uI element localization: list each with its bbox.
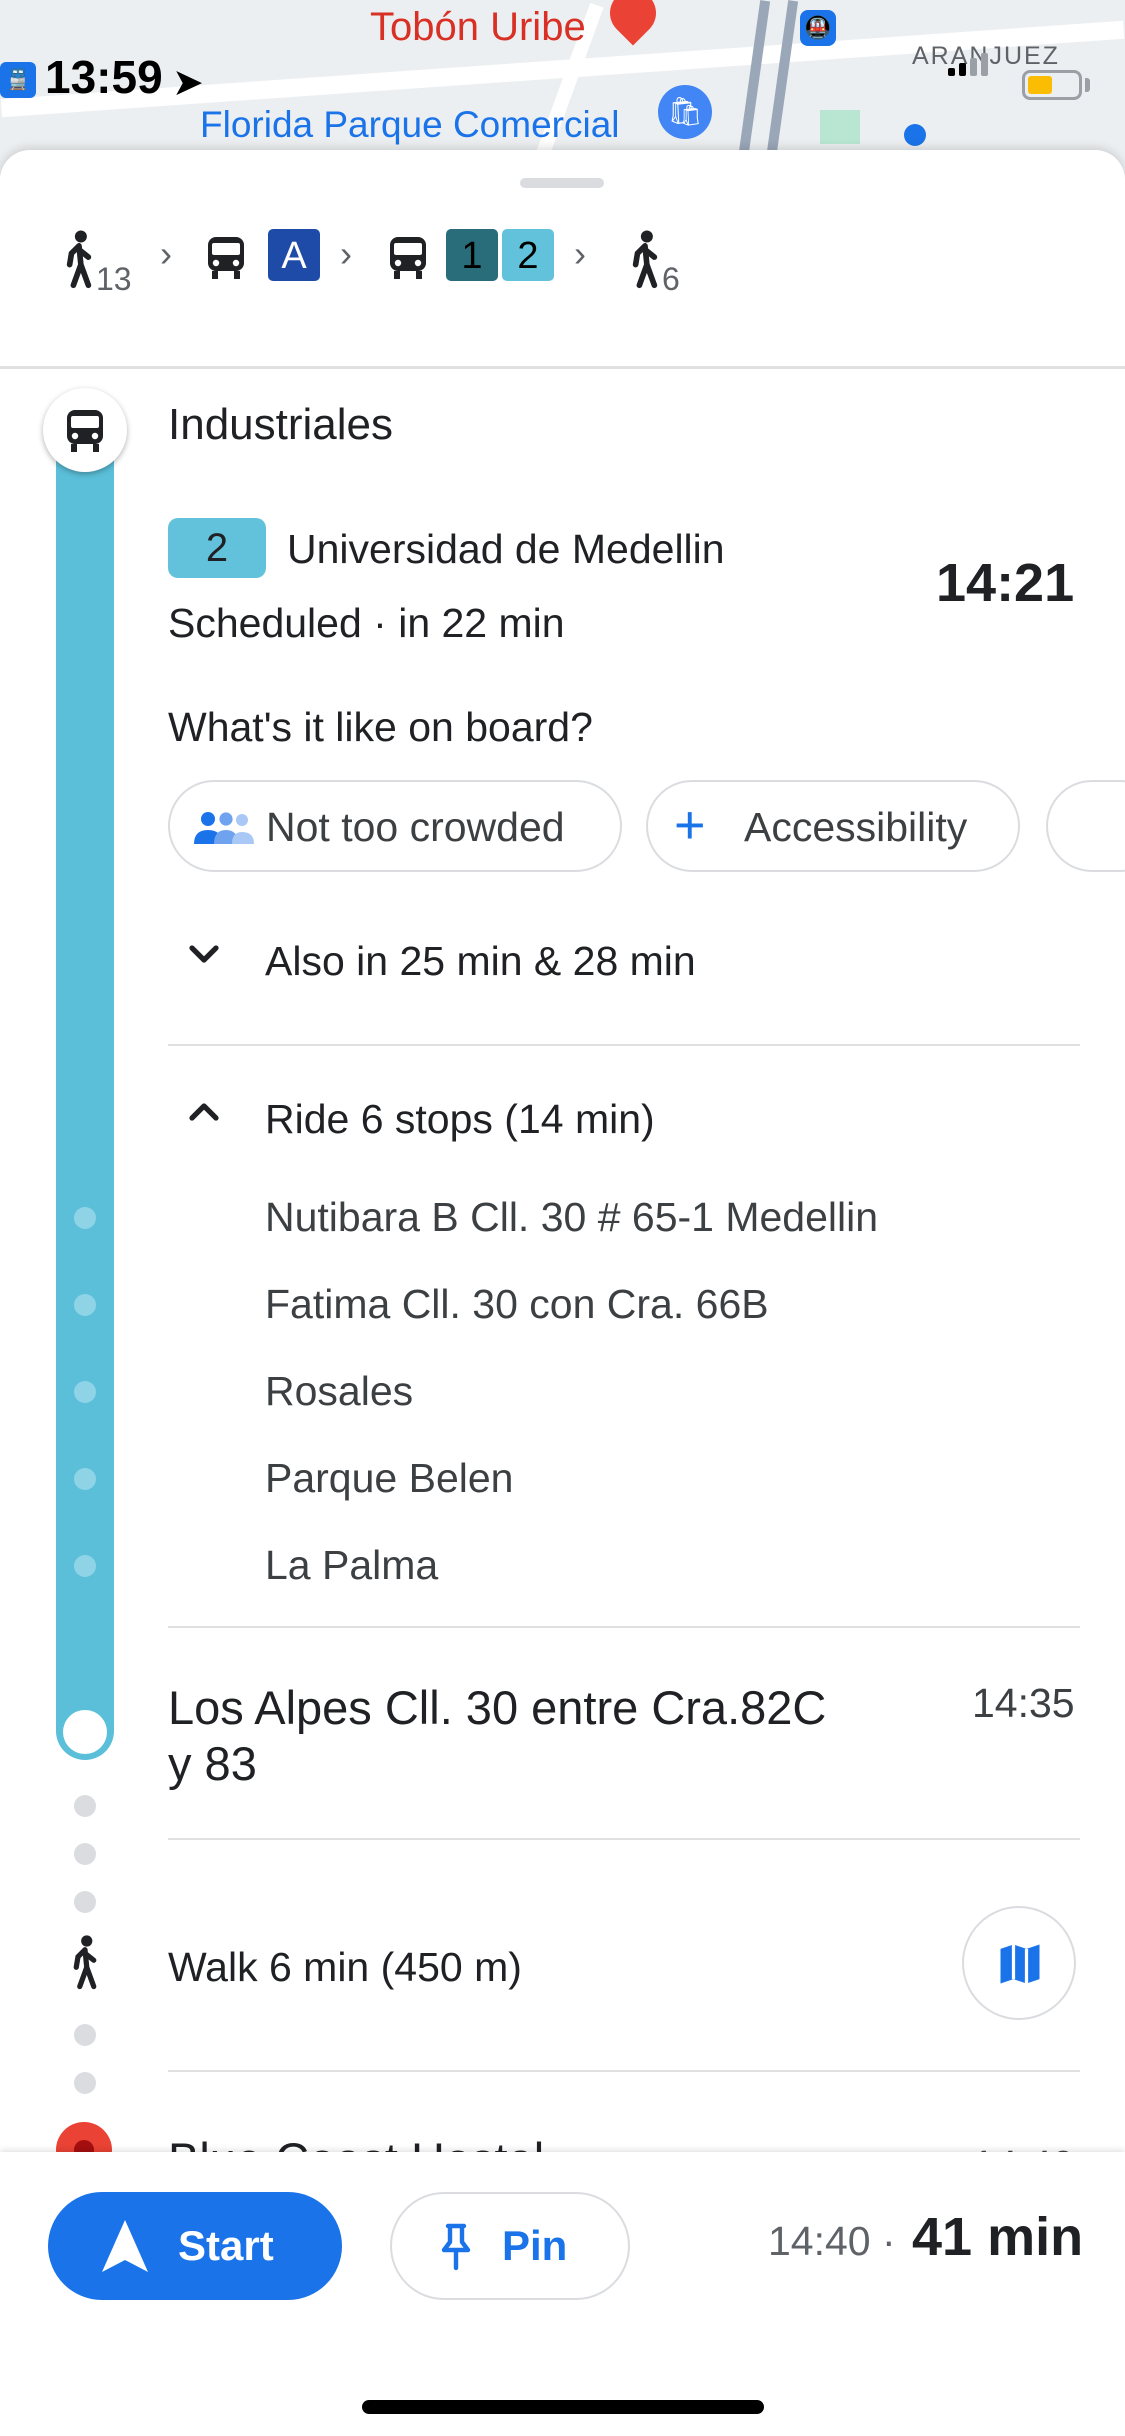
stop-name: Fatima Cll. 30 con Cra. 66B [265, 1281, 769, 1327]
battery-icon [1022, 70, 1082, 100]
chevron-down-icon[interactable] [184, 934, 224, 983]
walk-end-minutes: 6 [662, 261, 680, 297]
alight-station[interactable]: Los Alpes Cll. 30 entre Cra.82C [168, 1680, 826, 1735]
sheet-drag-handle[interactable] [520, 178, 604, 188]
line-badge-2: 2 [502, 229, 554, 281]
ride-summary[interactable]: Ride 6 stops (14 min) [265, 1096, 655, 1143]
bus-icon [390, 237, 426, 279]
divider [168, 2070, 1080, 2072]
walk-dot [74, 1891, 96, 1913]
walk-dot [74, 2024, 96, 2046]
also-departures[interactable]: Also in 25 min & 28 min [265, 938, 696, 985]
divider [168, 1626, 1080, 1628]
status-time: 13:59 [45, 51, 163, 103]
stop-dot [74, 1207, 96, 1229]
start-button-label: Start [178, 2222, 274, 2269]
walk-dot [74, 2072, 96, 2094]
map-label-hospital: Tobón Uribe [370, 5, 586, 49]
stop-dot [74, 1555, 96, 1577]
accessibility-chip[interactable]: + Accessibility [646, 780, 1020, 872]
walk-start-minutes: 13 [96, 261, 132, 297]
eta-arrival-time: 14:40 · [768, 2218, 896, 2264]
line-badge-1: 1 [446, 229, 498, 281]
route-name: Universidad de Medellin [287, 526, 725, 572]
walk-segment[interactable]: Walk 6 min (450 m) [168, 1944, 522, 1991]
transit-start-marker [43, 388, 127, 472]
map-park [820, 110, 860, 144]
pushpin-icon [441, 2223, 471, 2271]
eta-duration: 41 min [912, 2207, 1084, 2267]
arrival-time: 14:35 [972, 1680, 1075, 1726]
pin-button[interactable]: Pin [390, 2192, 630, 2300]
stop-name: Nutibara B Cll. 30 # 65-1 Medellin [265, 1194, 879, 1240]
onboard-question: What's it like on board? [168, 704, 593, 750]
location-arrow-icon: ➤ [172, 62, 204, 104]
metro-station-icon: 🚇 [800, 10, 836, 46]
chevron-up-icon[interactable] [184, 1092, 224, 1141]
home-indicator[interactable] [362, 2400, 764, 2414]
battery-tip [1085, 78, 1090, 92]
stop-dot [74, 1381, 96, 1403]
alight-station-continued[interactable]: y 83 [168, 1736, 257, 1791]
accessibility-chip-label: Accessibility [744, 804, 968, 850]
stop-dot [74, 1294, 96, 1316]
bus-icon [208, 237, 244, 279]
line-badge-a: A [268, 229, 320, 281]
transit-app-icon: 🚆 [0, 62, 36, 98]
plus-icon: + [674, 795, 706, 855]
start-button[interactable]: Start [48, 2192, 342, 2300]
stop-dot [74, 1468, 96, 1490]
stop-name: La Palma [265, 1542, 439, 1588]
chevron-right-icon: › [340, 233, 352, 274]
schedule-status: Scheduled · in 22 min [168, 600, 565, 646]
departure-time: 14:21 [936, 553, 1075, 613]
navigation-arrow-icon [102, 2220, 148, 2272]
current-location-icon [904, 124, 926, 146]
crowd-level-chip[interactable]: Not too crowded [168, 780, 622, 872]
people-icon [194, 812, 254, 844]
chevron-right-icon: › [574, 233, 586, 274]
shopping-bag-icon: 🛍 [658, 85, 712, 139]
route-badge: 2 [168, 518, 266, 578]
pin-button-label: Pin [502, 2222, 568, 2269]
divider [168, 1044, 1080, 1046]
map-icon [1000, 1944, 1040, 1984]
stop-name: Parque Belen [265, 1455, 514, 1501]
hospital-pin-icon [600, 0, 666, 46]
chevron-right-icon: › [160, 233, 172, 274]
divider [168, 1838, 1080, 1840]
walk-dot [74, 1843, 96, 1865]
crowd-chip-label: Not too crowded [266, 804, 565, 850]
route-summary[interactable]: 13 › A › 1 2 › 6 [56, 225, 1056, 305]
walk-icon [73, 1935, 97, 1990]
stop-name: Rosales [265, 1368, 414, 1414]
map-preview[interactable]: Tobón Uribe Florida Parque Comercial 🛍 🚇… [0, 0, 1125, 175]
walk-map-button[interactable] [962, 1906, 1076, 2020]
bus-icon [67, 410, 103, 452]
departure-station[interactable]: Industriales [168, 400, 393, 450]
transit-end-marker [63, 1710, 107, 1754]
bottom-action-bar: Start Pin 14:40 · 41 min [0, 2152, 1125, 2436]
map-rail [763, 0, 799, 175]
summary-divider [0, 366, 1125, 369]
map-label-mall: Florida Parque Comercial [200, 104, 620, 145]
map-rail [735, 0, 771, 175]
walk-dot [74, 1795, 96, 1817]
